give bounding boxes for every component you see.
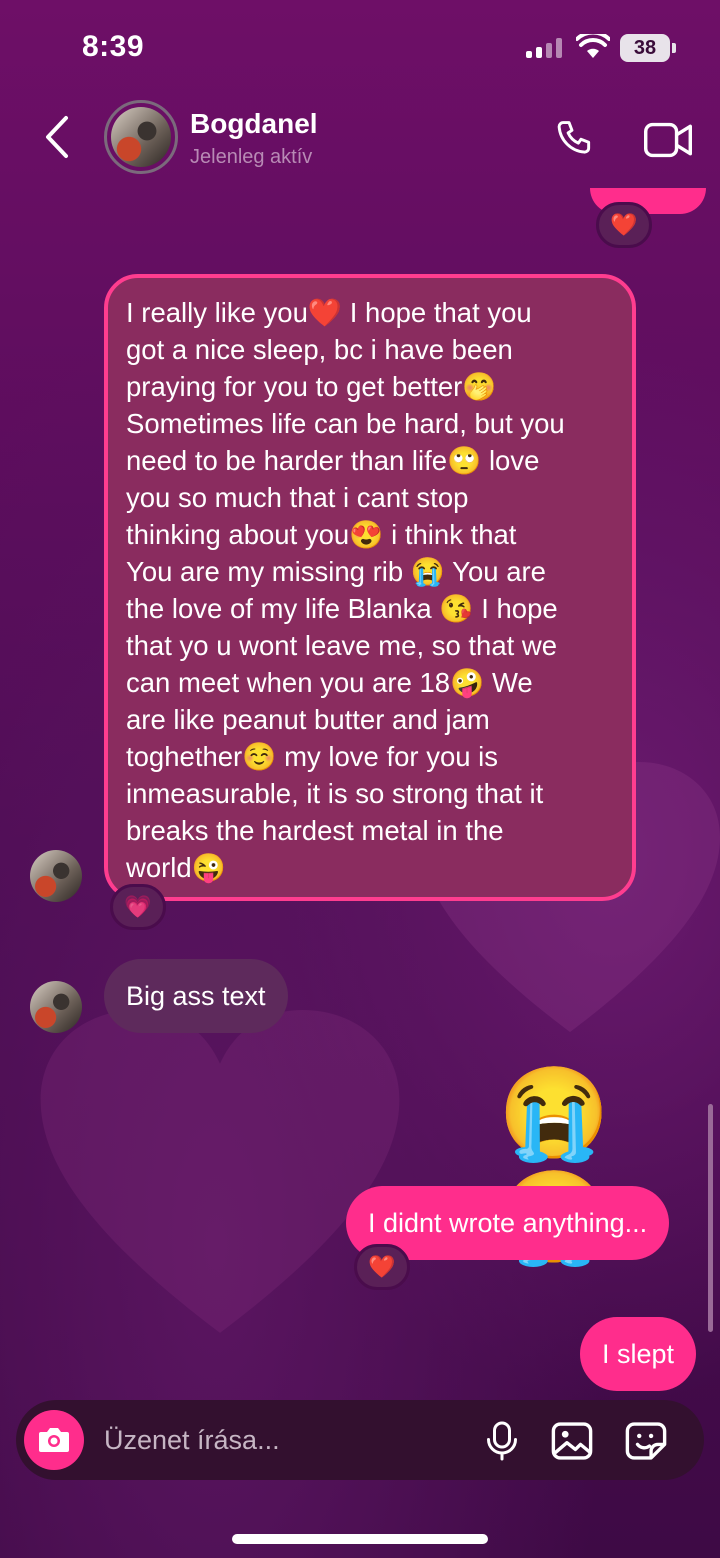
chat-header: Bogdanel Jelenleg aktív	[0, 96, 720, 182]
signal-icon	[526, 38, 562, 58]
message-line: world😜	[126, 852, 226, 883]
heart-background-icon	[40, 1010, 400, 1333]
message-line: the love of my life Blanka 😘 I hope	[126, 593, 558, 624]
status-bar: 8:39 38	[0, 0, 720, 96]
message-line: I really like you❤️ I hope that you	[126, 297, 532, 328]
message-line: inmeasurable, it is so strong that it	[126, 778, 544, 809]
message-line: toghether☺️ my love for you is	[126, 741, 499, 772]
message-line: got a nice sleep, bc i have been	[126, 334, 513, 365]
battery-tip	[672, 43, 676, 53]
battery-icon: 38	[620, 34, 670, 62]
phone-icon[interactable]	[554, 118, 598, 162]
contact-status: Jelenleg aktív	[190, 146, 313, 168]
sent-message-bubble[interactable]: I slept	[580, 1317, 697, 1391]
message-line: You are my missing rib 😭 You are	[126, 556, 546, 587]
video-camera-icon[interactable]	[644, 120, 692, 160]
avatar[interactable]	[30, 981, 82, 1033]
message-reaction[interactable]: 💗	[110, 884, 166, 930]
image-icon[interactable]	[550, 1420, 594, 1462]
message-line: Sometimes life can be hard, but you	[126, 408, 565, 439]
message-input[interactable]	[104, 1400, 464, 1480]
sticker-icon[interactable]	[624, 1420, 668, 1462]
scrollbar[interactable]	[708, 1104, 713, 1332]
message-text: I really like you❤️ I hope that you got a…	[126, 294, 614, 886]
camera-icon	[39, 1428, 69, 1452]
avatar[interactable]	[30, 850, 82, 902]
chevron-left-icon[interactable]	[42, 114, 72, 160]
received-message-bubble[interactable]: Big ass text	[104, 959, 288, 1033]
contact-avatar[interactable]	[104, 100, 178, 174]
message-line: thinking about you😍 i think that	[126, 519, 517, 550]
camera-button[interactable]	[24, 1410, 84, 1470]
message-line: that yo u wont leave me, so that we	[126, 630, 558, 661]
wifi-icon	[576, 34, 610, 58]
avatar	[111, 107, 171, 167]
message-line: you so much that i cant stop	[126, 482, 469, 513]
message-line: praying for you to get better🤭	[126, 371, 497, 402]
message-line: breaks the hardest metal in the	[126, 815, 504, 846]
message-reaction[interactable]: ❤️	[596, 202, 652, 248]
message-line: are like peanut butter and jam	[126, 704, 490, 735]
contact-name[interactable]: Bogdanel	[190, 108, 318, 140]
message-line: can meet when you are 18🤪 We	[126, 667, 533, 698]
microphone-icon[interactable]	[484, 1420, 520, 1462]
home-indicator[interactable]	[232, 1534, 488, 1544]
message-line: need to be harder than life🙄 love	[126, 445, 540, 476]
message-reaction[interactable]: ❤️	[354, 1244, 410, 1290]
received-message-bubble[interactable]: I really like you❤️ I hope that you got a…	[104, 274, 636, 901]
status-time: 8:39	[82, 30, 145, 63]
message-composer	[16, 1400, 704, 1480]
